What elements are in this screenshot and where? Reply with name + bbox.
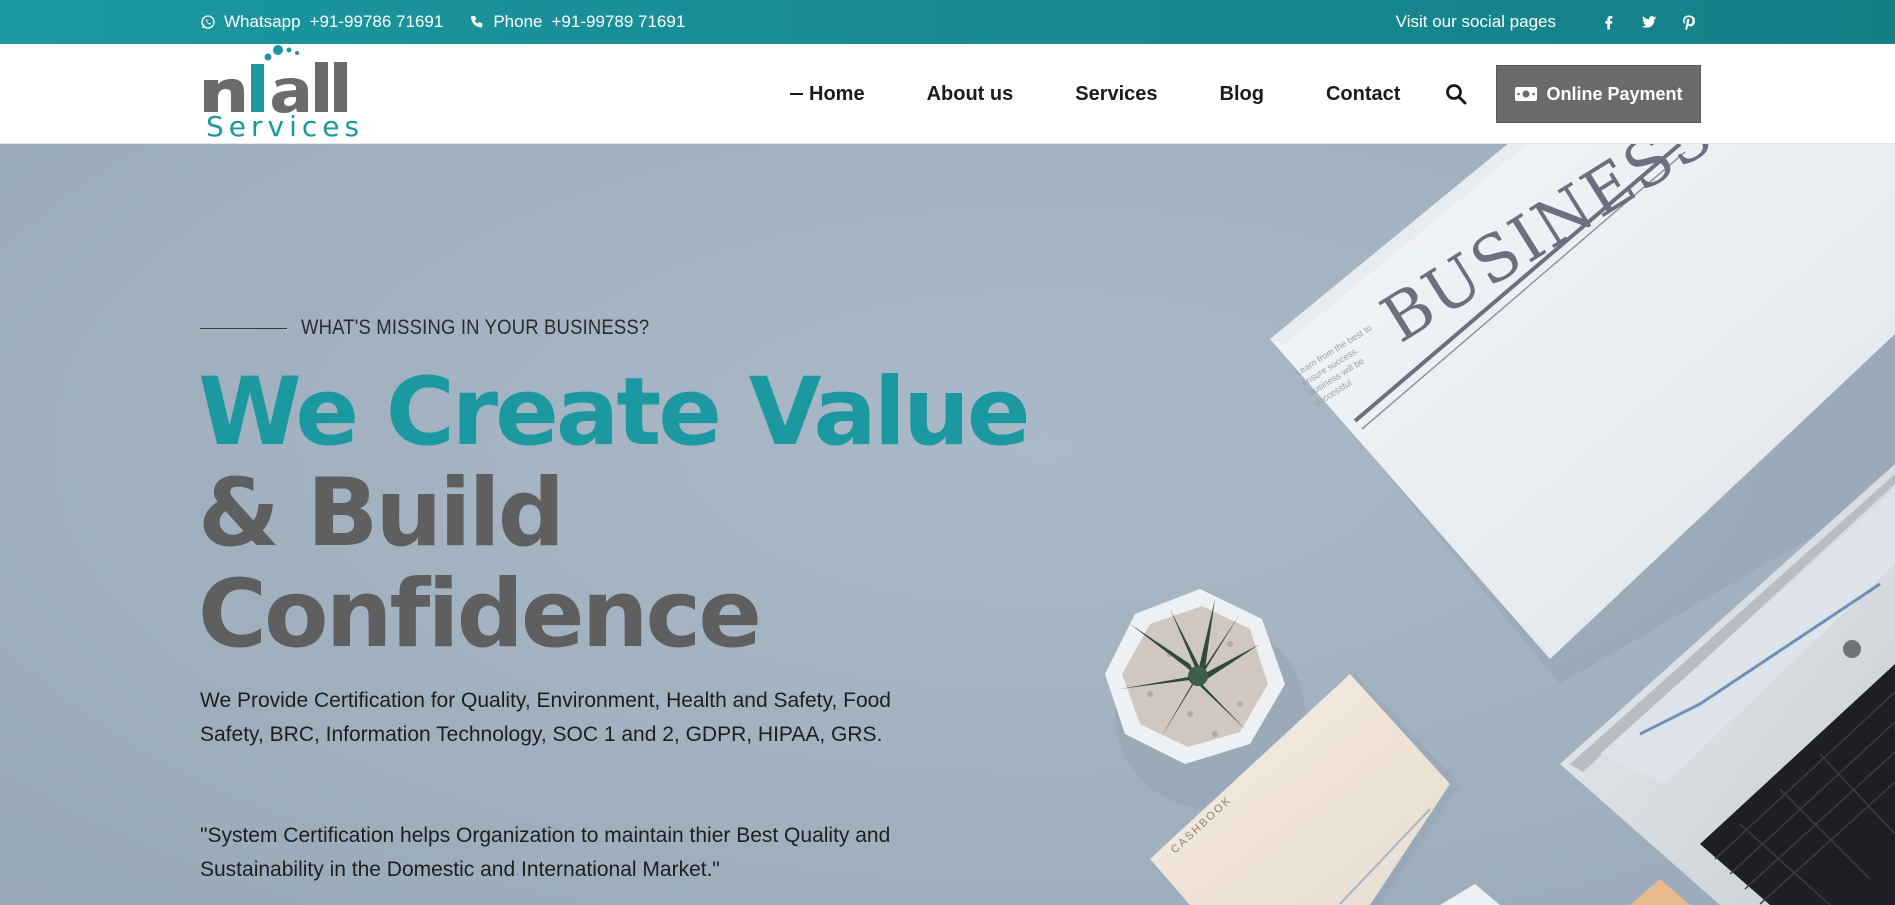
headline-line-1: We Create Value	[198, 358, 1031, 467]
top-bar: Whatsapp +91-99786 71691 Phone +91-99789…	[0, 0, 1895, 44]
hero-quote: "System Certification helps Organization…	[200, 824, 891, 881]
nav-contact-label: Contact	[1325, 82, 1401, 105]
nav-contact[interactable]: Contact	[1326, 83, 1400, 106]
contact-info: Whatsapp +91-99786 71691 Phone +91-99789…	[200, 0, 711, 44]
pinterest-icon[interactable]	[1678, 11, 1700, 33]
hero-description: We Provide Certification for Quality, En…	[200, 689, 891, 746]
eyebrow-text: WHAT'S MISSING IN YOUR BUSINESS?	[301, 316, 650, 339]
headline-line-3: Confidence	[198, 560, 762, 669]
hero-section: BUSINESS Learn from the best to ensure s…	[0, 144, 1895, 905]
phone-contact[interactable]: Phone +91-99789 71691	[469, 12, 685, 32]
active-indicator	[790, 93, 803, 95]
online-payment-button[interactable]: Online Payment	[1496, 65, 1701, 123]
hero-eyebrow: WHAT'S MISSING IN YOUR BUSINESS?	[200, 316, 697, 340]
phone-number[interactable]: +91-99789 71691	[552, 12, 686, 32]
whatsapp-icon	[201, 15, 215, 29]
whatsapp-contact[interactable]: Whatsapp +91-99786 71691	[200, 12, 443, 32]
main-nav: Home About us Services Blog Contact	[790, 44, 1462, 144]
nav-about-label: About us	[926, 82, 1014, 105]
money-icon	[1515, 87, 1538, 101]
site-header: niall Services Home About us Services Bl…	[0, 44, 1895, 144]
nav-home[interactable]: Home	[790, 83, 865, 106]
whatsapp-label: Whatsapp	[224, 12, 301, 31]
headline-line-2: & Build	[198, 459, 565, 568]
phone-icon	[471, 16, 483, 28]
social-links: Visit our social pages	[1396, 0, 1700, 44]
whatsapp-number[interactable]: +91-99786 71691	[310, 12, 444, 32]
eyebrow-line	[200, 327, 287, 329]
nav-services[interactable]: Services	[1075, 83, 1157, 106]
phone-label: Phone	[493, 12, 543, 31]
facebook-icon[interactable]	[1598, 11, 1620, 33]
twitter-icon[interactable]	[1638, 11, 1660, 33]
logo-subtitle: Services	[206, 110, 365, 143]
search-icon[interactable]	[1444, 82, 1468, 106]
nav-services-label: Services	[1075, 82, 1158, 105]
nav-about[interactable]: About us	[927, 83, 1014, 106]
nav-home-label: Home	[809, 82, 865, 105]
online-payment-label: Online Payment	[1546, 83, 1683, 104]
site-logo[interactable]: niall Services	[200, 44, 380, 144]
hero-headline: We Create Value & Build Confidence	[198, 358, 1031, 669]
social-label: Visit our social pages	[1395, 12, 1556, 31]
nav-blog-label: Blog	[1219, 82, 1264, 105]
nav-blog[interactable]: Blog	[1220, 83, 1264, 106]
